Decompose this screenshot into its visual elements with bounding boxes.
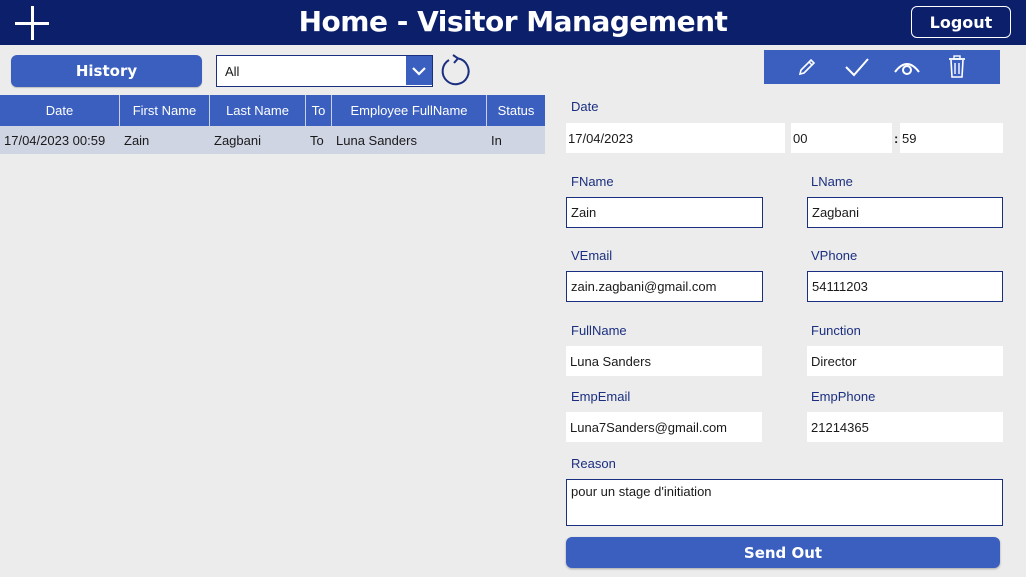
cell-first-name: Zain (124, 132, 150, 148)
column-header-to[interactable]: To (306, 95, 332, 126)
status-filter-dropdown[interactable]: All (216, 55, 433, 87)
view-icon[interactable] (893, 53, 921, 81)
column-header-last-name[interactable]: Last Name (210, 95, 306, 126)
edit-icon[interactable] (793, 53, 821, 81)
function-field[interactable]: Director (807, 346, 1003, 376)
cell-to: To (310, 132, 324, 148)
minute-field[interactable]: 59 (900, 123, 1003, 153)
reason-label: Reason (571, 456, 616, 471)
vemail-field[interactable]: zain.zagbani@gmail.com (566, 271, 763, 302)
vphone-field[interactable]: 54111203 (807, 271, 1003, 302)
filter-selected-value: All (225, 64, 240, 79)
column-header-first-name[interactable]: First Name (120, 95, 210, 126)
visitor-table: Date First Name Last Name To Employee Fu… (0, 95, 545, 154)
empemail-field[interactable]: Luna7Sanders@gmail.com (566, 412, 762, 442)
lname-field[interactable]: Zagbani (807, 197, 1003, 228)
fname-field[interactable]: Zain (566, 197, 763, 228)
table-row[interactable]: 17/04/2023 00:59 Zain Zagbani To Luna Sa… (0, 126, 545, 154)
reason-textarea[interactable]: pour un stage d'initiation (566, 479, 1003, 526)
date-picker[interactable]: 17/04/2023 (566, 123, 785, 153)
column-header-date[interactable]: Date (0, 95, 120, 126)
page-title: Home - Visitor Management (298, 5, 728, 38)
cell-employee: Luna Sanders (336, 132, 417, 148)
app-header: Home - Visitor Management Logout (0, 0, 1026, 45)
function-label: Function (811, 323, 861, 338)
trash-icon[interactable] (943, 53, 971, 81)
vphone-label: VPhone (811, 248, 858, 263)
record-toolbar (764, 50, 1000, 84)
fname-label: FName (571, 174, 614, 189)
date-label: Date (571, 99, 599, 114)
refresh-icon[interactable] (438, 54, 472, 88)
lname-label: LName (811, 174, 853, 189)
history-button[interactable]: History (11, 55, 202, 87)
fullname-label: FullName (571, 323, 627, 338)
empemail-label: EmpEmail (571, 389, 631, 404)
chevron-down-icon[interactable] (406, 56, 432, 85)
hour-field[interactable]: 00 (791, 123, 892, 153)
column-header-employee[interactable]: Employee FullName (332, 95, 487, 126)
column-header-status[interactable]: Status (487, 95, 545, 126)
cell-status: In (491, 132, 502, 148)
send-out-button[interactable]: Send Out (566, 537, 1000, 568)
vemail-label: VEmail (571, 248, 613, 263)
fullname-field[interactable]: Luna Sanders (566, 346, 762, 376)
cell-date: 17/04/2023 00:59 (4, 132, 106, 148)
table-header: Date First Name Last Name To Employee Fu… (0, 95, 545, 126)
empphone-label: EmpPhone (811, 389, 876, 404)
cell-last-name: Zagbani (214, 132, 261, 148)
check-icon[interactable] (843, 53, 871, 81)
time-separator: : (894, 131, 899, 146)
logout-button[interactable]: Logout (911, 6, 1011, 38)
empphone-field[interactable]: 21214365 (807, 412, 1003, 442)
